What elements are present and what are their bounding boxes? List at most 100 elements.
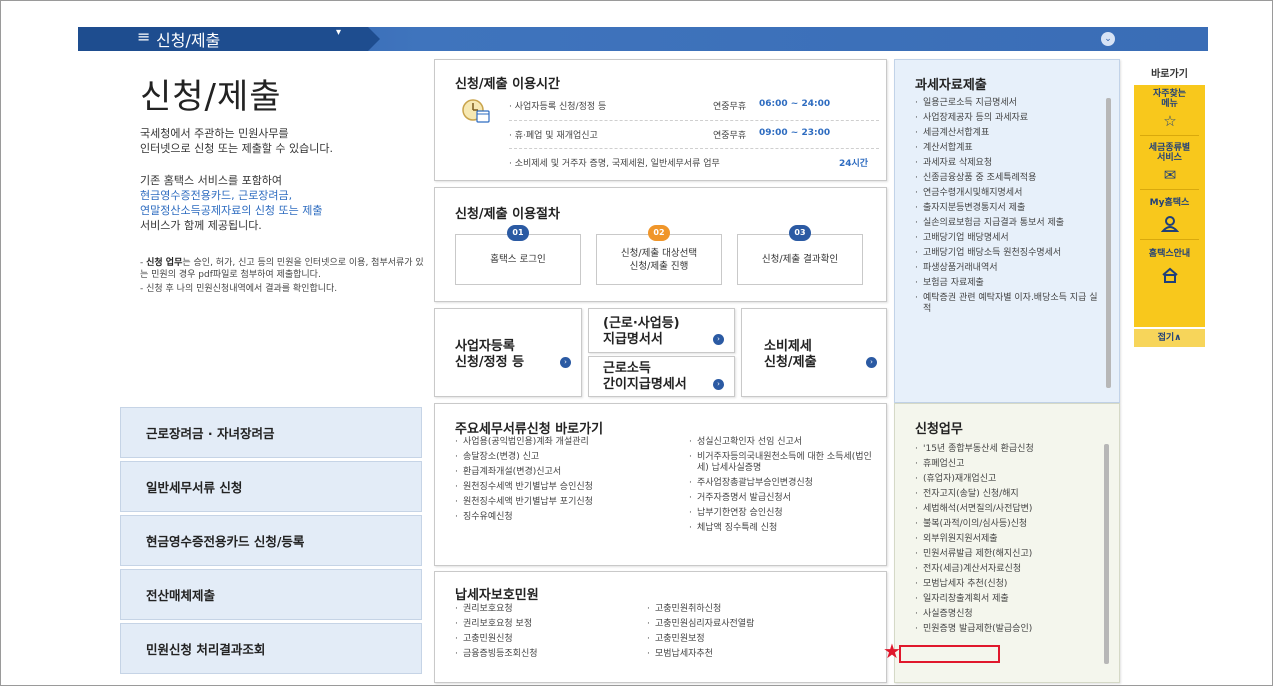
step-number: 01 [507,225,529,241]
quick-links-sidebar: 바로가기 자주찾는 메뉴 ☆ 세금종류별 서비스 ✉ My홈택스 홈택스안내 접… [1134,65,1205,347]
protection-item[interactable]: 금융증빙등조회신청 [455,649,645,660]
scrollbar[interactable] [1106,98,1111,388]
quick-my-hometax[interactable]: My홈택스 [1134,198,1205,208]
quick-hometax-guide[interactable]: 홈택스안내 [1134,249,1205,259]
payment-statement-card[interactable]: (근로·사업등) 지급명서서 › [588,308,735,353]
tax-docs-item[interactable]: 납부기한연장 승인신청 [689,508,879,519]
tax-data-item[interactable]: 일용근로소득 지급명세서 [915,98,1100,109]
earned-income-credit-button[interactable]: 근로장려금 · 자녀장려금 [120,407,422,458]
home-icon-svg [1162,267,1178,283]
tax-docs-item[interactable]: 징수유예신청 [455,512,675,523]
go-arrow-icon[interactable]: › [560,357,571,368]
apply-task-item[interactable]: 세법해석(서면질의/사전답변) [915,504,1095,515]
collapse-icon[interactable]: ⌄ [1101,32,1115,46]
tax-data-item[interactable]: 과세자료 삭제요청 [915,158,1100,169]
star-marker-icon: ★ [883,639,901,663]
tax-docs-item[interactable]: 송달장소(변경) 신고 [455,452,675,463]
apply-task-item[interactable]: 전자(세금)계산서자료신청 [915,564,1095,575]
chevron-down-icon[interactable]: ▾ [336,27,341,38]
go-arrow-icon[interactable]: › [713,379,724,390]
scrollbar[interactable] [1104,444,1109,664]
tax-docs-item[interactable]: 거주자증명서 발급신청서 [689,493,879,504]
tax-data-item[interactable]: 파생상품거래내역서 [915,263,1100,274]
menu-title[interactable]: 신청/제출 [156,27,220,51]
electronic-media-button[interactable]: 전산매체제출 [120,569,422,620]
quick-label: 세금종류별 [1148,143,1191,153]
note-1-text: 는 승인, 허가, 신고 등의 민원을 인터넷으로 이용, 첨부서류가 있는 민… [140,258,424,280]
procedure-title: 신청/제출 이용절차 [455,207,560,222]
person-icon[interactable] [1160,216,1180,232]
apply-tasks-box: 신청업무 '15년 종합부동산세 환급신청 휴폐업신고 (휴업자)재개업신고 전… [894,403,1120,683]
biz-registration-card[interactable]: 사업자등록 신청/정정 등 › [434,308,582,397]
home-icon[interactable] [1161,267,1179,283]
mail-icon[interactable]: ✉ [1161,167,1179,183]
quick-favorite-menu[interactable]: 자주찾는 메뉴 [1134,89,1205,109]
tax-docs-item[interactable]: 원천징수세액 반기별납부 승인신청 [455,482,675,493]
apply-task-item[interactable]: 전자고지(송달) 신청/해지 [915,489,1095,500]
simple-statement-card[interactable]: 근로소득 간이지급명세서 › [588,356,735,397]
tax-docs-item[interactable]: 성실신고확인자 선임 신고서 [689,437,879,448]
apply-task-item[interactable]: 외부위원지원서제출 [915,534,1095,545]
consumption-tax-card[interactable]: 소비제세 신청/제출 › [741,308,887,397]
tax-docs-item[interactable]: 환급계좌개설(변경)신고서 [455,467,675,478]
apply-task-item[interactable]: 일자리창출계획서 제출 [915,594,1095,605]
cash-receipt-card-button[interactable]: 현금영수증전용카드 신청/등록 [120,515,422,566]
protection-item[interactable]: 고충민원취하신청 [647,604,847,615]
tax-docs-item[interactable]: 사업용(공익법인용)계좌 개설관리 [455,437,675,448]
tax-docs-item[interactable]: 체납액 징수특례 신청 [689,523,879,534]
tax-data-item[interactable]: 출자지분등변경통지서 제출 [915,203,1100,214]
collapse-quick-button[interactable]: 접기∧ [1134,329,1205,347]
quick-label: 메뉴 [1161,99,1178,109]
tax-data-item[interactable]: 신종금융상품 중 조세특례적용 [915,173,1100,184]
usage-time-row: · 소비제세 및 거주자 증명, 국제세원, 일반세무서류 업무 24시간 [509,156,879,169]
apply-task-item[interactable]: 민원서류발급 제한(해지신고) [915,549,1095,560]
usage-time-hours: 24시간 [839,159,869,169]
tax-docs-item[interactable]: 주사업장총괄납부승인변경신청 [689,478,879,489]
intro-services-link[interactable]: 현금영수증전용카드, 근로장려금, [140,188,323,203]
consumption-tax-label: 소비제세 신청/제출 [764,339,817,371]
step-label: 홈택스 로그인 [490,254,546,265]
intro-services-link[interactable]: 연말정산소득공제자료의 신청 또는 제출 [140,203,323,218]
tax-docs-item[interactable]: 비거주자등의국내원천소득에 대한 소득세(법인세) 납세사실증명 [689,452,879,474]
step-number: 03 [789,225,811,241]
tax-docs-item[interactable]: 원천징수세액 반기별납부 포기신청 [455,497,675,508]
step-login: 홈택스 로그인 [455,234,581,285]
note-1-bold: 신청 업무 [146,258,183,268]
apply-task-item[interactable]: 휴폐업신고 [915,459,1095,470]
tax-data-item[interactable]: 예탁증권 관련 예탁자별 이자.배당소득 지급 실적 [915,293,1100,315]
protection-item[interactable]: 고충민원신청 [455,634,645,645]
tax-data-item[interactable]: 고배당기업 배당소득 원천징수명세서 [915,248,1100,259]
protection-item[interactable]: 권리보호요청 [455,604,645,615]
go-arrow-icon[interactable]: › [866,357,877,368]
protection-item[interactable]: 모범납세자추천 [647,649,847,660]
apply-task-item[interactable]: 민원증명 발급제한(발급승인) [915,624,1095,635]
tax-data-item[interactable]: 보험금 자료제출 [915,278,1100,289]
tax-data-item[interactable]: 연금수령개시및해지명세서 [915,188,1100,199]
protection-item[interactable]: 고충민원심리자료사전열람 [647,619,847,630]
star-icon[interactable]: ☆ [1161,113,1179,129]
menu-icon[interactable]: ≡ [137,27,151,46]
usage-time-label: · 휴·폐업 및 재개업신고 [509,131,598,141]
general-tax-docs-button[interactable]: 일반세무서류 신청 [120,461,422,512]
go-arrow-icon[interactable]: › [713,334,724,345]
apply-task-item[interactable]: 모범납세자 추천(신청) [915,579,1095,590]
tax-data-item[interactable]: 계산서합계표 [915,143,1100,154]
biz-registration-label: 사업자등록 신청/정정 등 [455,339,524,371]
tax-data-item[interactable]: 실손의료보험금 지급결과 통보서 제출 [915,218,1100,229]
result-inquiry-button[interactable]: 민원신청 처리결과조회 [120,623,422,674]
protection-item[interactable]: 고충민원보정 [647,634,847,645]
tax-data-item[interactable]: 세금계산서합계표 [915,128,1100,139]
tax-data-item[interactable]: 사업장제공자 등의 과세자료 [915,113,1100,124]
usage-time-label: · 사업자등록 신청/정정 등 [509,102,607,112]
apply-task-item-highlighted[interactable]: 사실증명신청 [915,609,1095,620]
apply-task-item[interactable]: (휴업자)재개업신고 [915,474,1095,485]
apply-task-item[interactable]: '15년 종합부동산세 환급신청 [915,444,1095,455]
menu-selector[interactable] [78,27,380,51]
tax-data-item[interactable]: 고배당기업 배당명세서 [915,233,1100,244]
top-nav-bar: ≡ 신청/제출 ▾ ⌄ [78,27,1208,51]
quick-tax-type-service[interactable]: 세금종류별 서비스 [1134,143,1205,163]
card-label-line: 사업자등록 [455,339,515,354]
protection-item[interactable]: 권리보호요청 보정 [455,619,645,630]
apply-task-item[interactable]: 불복(과적/이의/심사등)신청 [915,519,1095,530]
procedure-box: 신청/제출 이용절차 홈택스 로그인 01 신청/제출 대상선택 신청/제출 진행… [434,187,887,302]
